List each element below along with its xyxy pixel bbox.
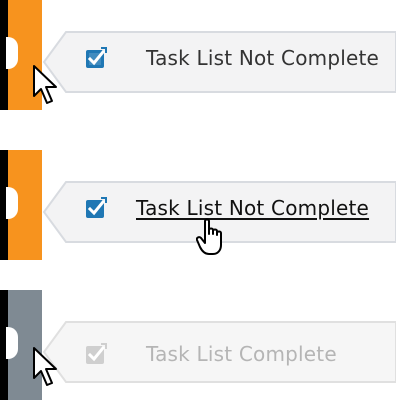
checklist-icon	[86, 197, 107, 218]
arrow-cursor-icon	[33, 347, 57, 386]
checklist-icon	[86, 343, 107, 364]
hand-cursor-icon	[196, 218, 222, 255]
tab-notch	[6, 187, 18, 219]
task-list-panel-incomplete-hover: Task List Not Complete	[0, 0, 396, 110]
arrow-cursor-icon	[33, 65, 57, 104]
task-list-link[interactable]: Task List Not Complete	[136, 196, 369, 220]
status-tab[interactable]	[6, 150, 42, 260]
task-list-label: Task List Not Complete	[146, 46, 380, 70]
checklist-icon	[86, 47, 107, 68]
task-list-panel-incomplete-link-hover: Task List Not Complete	[0, 150, 396, 260]
task-list-panel-complete: Task List Complete	[0, 290, 396, 400]
tab-notch	[6, 37, 18, 69]
tab-notch	[6, 327, 18, 359]
task-list-label: Task List Complete	[146, 342, 337, 366]
